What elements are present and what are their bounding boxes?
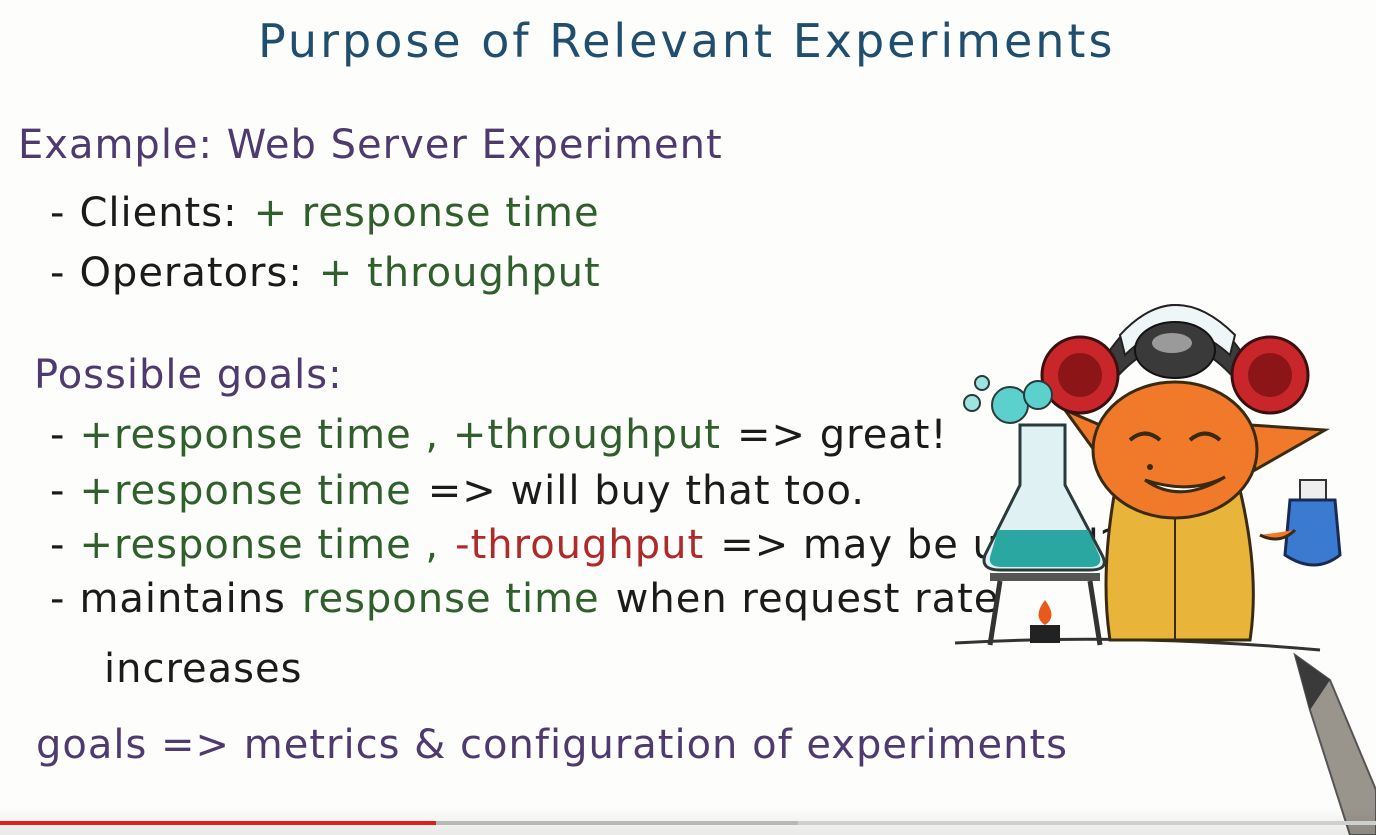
slide-title: Purpose of Relevant Experiments [258, 14, 1116, 68]
bullet-dash: - [50, 468, 66, 514]
clients-label: Clients: [79, 190, 238, 236]
bullet-dash: - [50, 412, 66, 458]
goal-3-green: +response time , [79, 522, 440, 568]
bullet-dash: - [50, 576, 66, 622]
goal-item-4-continued: increases [104, 646, 303, 692]
scientist-with-flask-icon [954, 304, 1342, 652]
goal-item-4: - maintains response time when request rate [50, 576, 999, 622]
goal-3-red: -throughput [455, 522, 705, 568]
bullet-dash: - [50, 250, 66, 296]
clients-line: - Clients: + response time [50, 190, 600, 236]
operators-line: - Operators: + throughput [50, 250, 601, 296]
bullet-dash: - [50, 190, 66, 236]
goal-item-1: - +response time , +throughput => great! [50, 412, 948, 458]
clients-value: + response time [253, 190, 600, 236]
video-progress-bar[interactable] [0, 821, 1376, 825]
operators-label: Operators: [79, 250, 303, 296]
goal-item-2: - +response time => will buy that too. [50, 468, 865, 514]
goal-1-black: => great! [736, 412, 948, 458]
goal-4-black-a: maintains [79, 576, 286, 622]
goal-1-green: +response time , +throughput [79, 412, 721, 458]
operators-value: + throughput [318, 250, 601, 296]
goal-4-green: response time [301, 576, 600, 622]
example-heading: Example: Web Server Experiment [18, 122, 723, 168]
video-progress-fill [0, 821, 437, 825]
goal-2-black: => will buy that too. [427, 468, 865, 514]
goal-4-black-b: when request rate [615, 576, 1000, 622]
goals-heading: Possible goals: [34, 352, 343, 398]
bullet-dash: - [50, 522, 66, 568]
summary-line: goals => metrics & configuration of expe… [36, 722, 1068, 768]
goal-2-green: +response time [79, 468, 412, 514]
